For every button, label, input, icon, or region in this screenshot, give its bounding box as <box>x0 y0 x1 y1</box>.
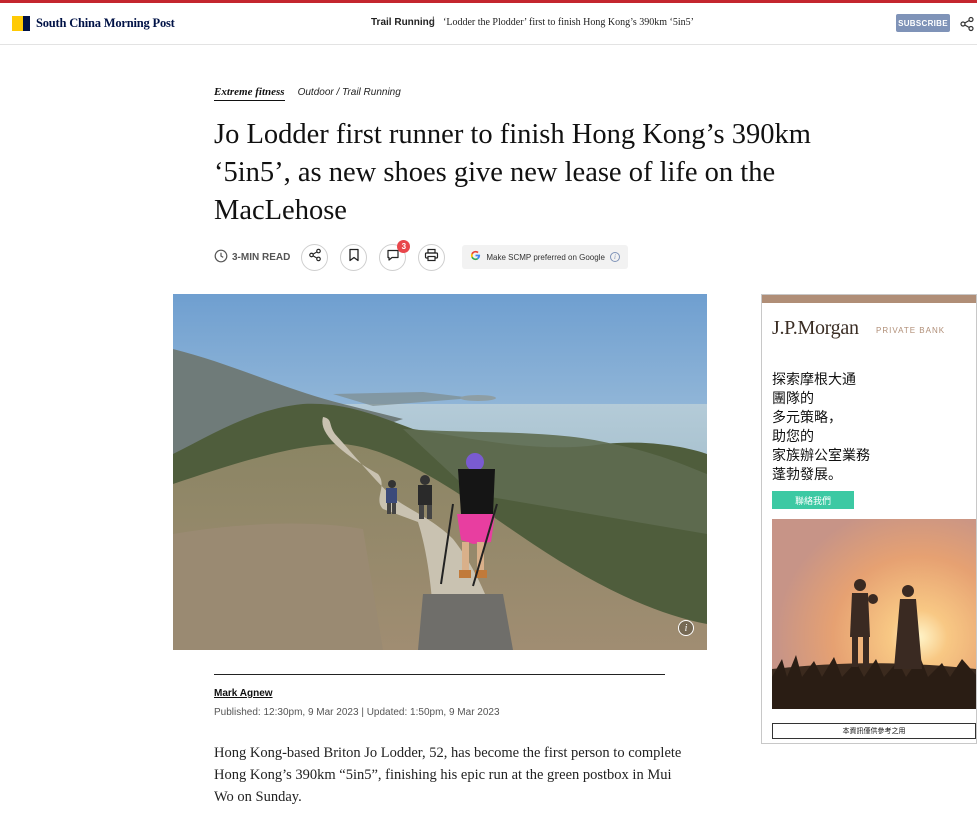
scmp-logo[interactable]: South China Morning Post <box>12 16 175 31</box>
header-article-title: ‘Lodder the Plodder’ first to finish Hon… <box>443 17 694 28</box>
print-button[interactable] <box>418 243 446 271</box>
subscribe-button[interactable]: SUBSCRIBE <box>896 14 950 32</box>
read-time-label: 3-MIN READ <box>232 251 291 263</box>
page-title: Jo Lodder first runner to finish Hong Ko… <box>214 119 811 226</box>
bookmark-icon <box>348 248 360 267</box>
google-preferred-button[interactable]: Make SCMP preferred on Google i <box>462 245 628 269</box>
ad-brand-logo: J.P.Morgan <box>772 317 859 339</box>
breadcrumb-sub[interactable]: Outdoor / Trail Running <box>298 87 401 98</box>
article-lead-paragraph: Hong Kong-based Briton Jo Lodder, 52, ha… <box>214 745 682 805</box>
ad-contact-button[interactable]: 聯絡我們 <box>772 491 854 509</box>
ad-copy-line: 多元策略， <box>772 410 842 426</box>
google-icon <box>470 250 481 264</box>
breadcrumb: Extreme fitness Outdoor / Trail Running <box>214 86 401 101</box>
ad-photo <box>772 519 976 709</box>
ad-copy-line: 團隊的 <box>772 391 814 407</box>
print-icon <box>424 248 439 267</box>
google-preferred-label: Make SCMP preferred on Google <box>486 252 605 262</box>
article-toolbar: 3-MIN READ 3 Make SCMP preferred on Goog… <box>214 239 628 271</box>
header-separator: | <box>432 16 435 27</box>
ad-copy-line: 家族辦公室業務 <box>772 448 870 464</box>
comments-button[interactable]: 3 <box>379 239 411 271</box>
ad-copy: 探索摩根大通 團隊的 多元策略， 助您的 家族辦公室業務 蓬勃發展。 <box>772 371 870 485</box>
author-link[interactable]: Mark Agnew <box>214 688 273 699</box>
byline-divider <box>214 674 665 675</box>
image-info-icon[interactable]: i <box>678 620 694 636</box>
clock-icon <box>214 249 228 266</box>
comment-count-badge: 3 <box>397 239 411 253</box>
bookmark-button[interactable] <box>340 243 368 271</box>
share-icon <box>308 248 322 267</box>
read-time: 3-MIN READ <box>214 249 290 266</box>
site-header: South China Morning Post Trail Running |… <box>0 3 977 45</box>
ad-copy-line: 蓬勃發展。 <box>772 467 842 483</box>
ad-private-bank: PRIVATE BANK <box>876 326 946 335</box>
logo-mark-icon <box>12 16 30 31</box>
ad-copy-line: 探索摩根大通 <box>772 372 856 388</box>
breadcrumb-main[interactable]: Extreme fitness <box>214 86 285 101</box>
logo-text: South China Morning Post <box>36 16 175 30</box>
info-icon[interactable]: i <box>609 252 620 262</box>
header-section-link[interactable]: Trail Running <box>371 17 435 28</box>
share-icon[interactable] <box>959 16 975 32</box>
hero-image: i <box>173 294 707 650</box>
advertisement[interactable]: J.P.Morgan PRIVATE BANK 探索摩根大通 團隊的 多元策略，… <box>761 294 977 744</box>
ad-top-bar <box>762 295 976 303</box>
ad-disclaimer: 本資訊僅供參考之用 <box>772 723 976 739</box>
share-button[interactable] <box>301 243 329 271</box>
publish-dates: Published: 12:30pm, 9 Mar 2023 | Updated… <box>214 707 500 718</box>
ad-copy-line: 助您的 <box>772 429 814 445</box>
